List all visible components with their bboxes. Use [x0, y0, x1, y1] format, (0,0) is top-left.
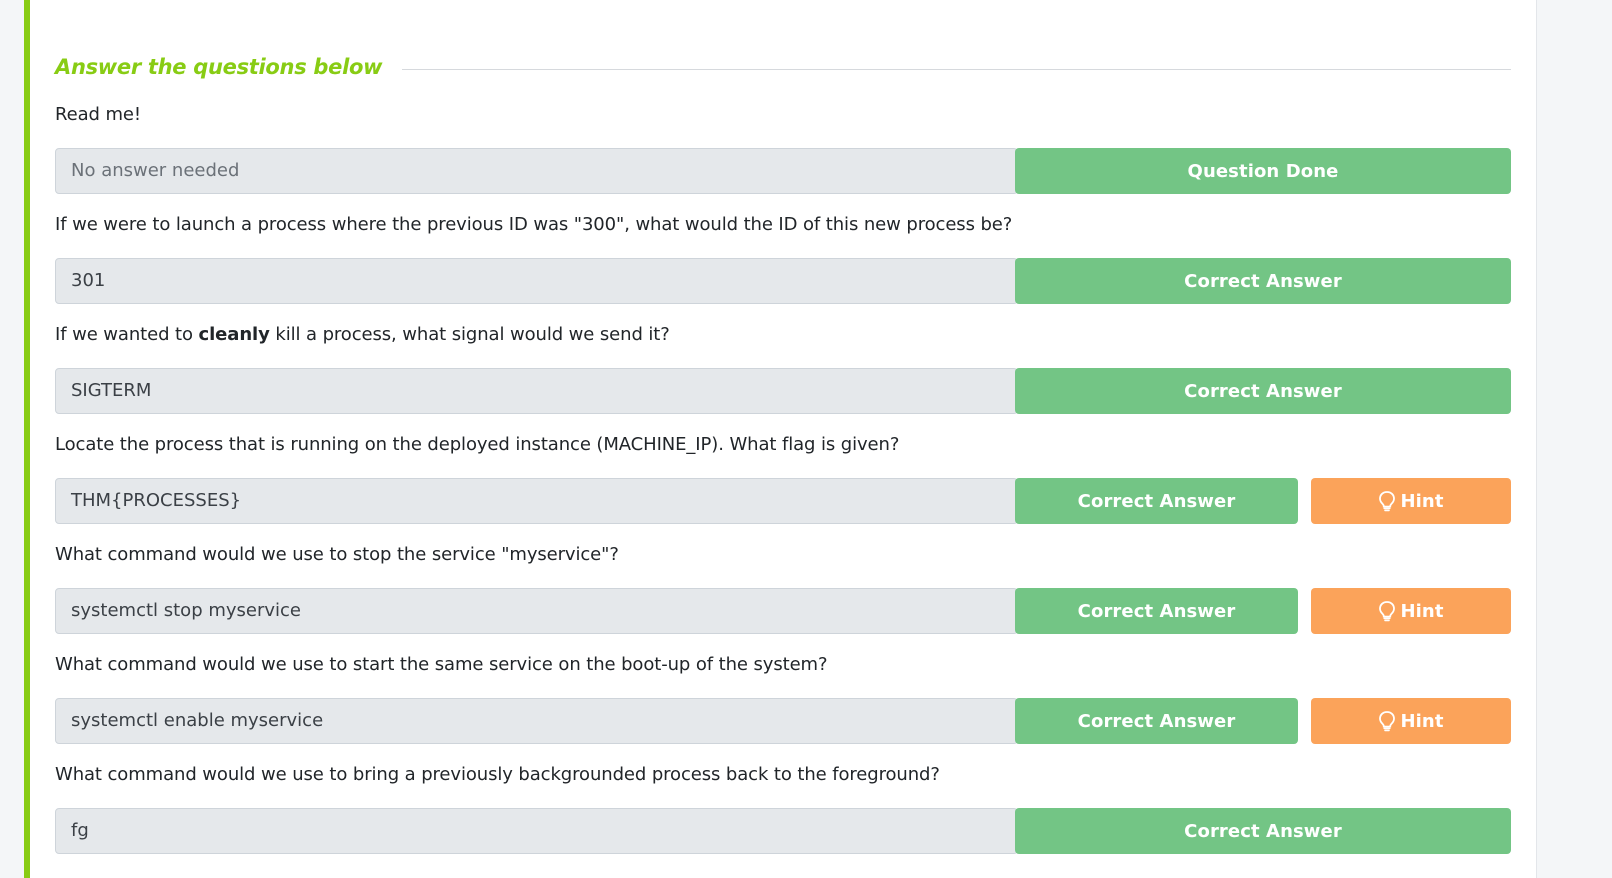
- answer-field[interactable]: systemctl stop myservice: [55, 588, 1018, 634]
- question-text-part: Read me!: [55, 104, 141, 125]
- question-text-part: kill a process, what signal would we sen…: [269, 324, 670, 345]
- lightbulb-icon: [1379, 601, 1396, 622]
- section-title: Answer the questions below: [55, 55, 383, 79]
- question-text: If we were to launch a process where the…: [55, 214, 1012, 235]
- question-text-part: What command would we use to start the s…: [55, 654, 828, 675]
- question-text: If we wanted to cleanly kill a process, …: [55, 324, 670, 345]
- correct-answer-button[interactable]: Correct Answer: [1015, 808, 1511, 854]
- question-text: What command would we use to stop the se…: [55, 544, 619, 565]
- question-list: Read me! No answer needed Question Done If …: [55, 100, 1511, 870]
- answer-field[interactable]: THM{PROCESSES}: [55, 478, 1018, 524]
- answer-row: systemctl stop myservice Correct Answer Hi…: [55, 588, 1511, 634]
- answer-field[interactable]: systemctl enable myservice: [55, 698, 1018, 744]
- correct-answer-button[interactable]: Correct Answer: [1015, 698, 1298, 744]
- question-item: What command would we use to stop the se…: [55, 540, 1511, 650]
- question-text: Read me!: [55, 104, 141, 125]
- lightbulb-icon: [1379, 711, 1396, 732]
- answer-field[interactable]: SIGTERM: [55, 368, 1018, 414]
- question-text: What command would we use to start the s…: [55, 654, 828, 675]
- page: Answer the questions below Read me! No an…: [0, 0, 1612, 878]
- task-accent-bar: [24, 0, 30, 878]
- question-text-part: If we wanted to: [55, 324, 199, 345]
- section-header: Answer the questions below: [55, 52, 1511, 82]
- question-item: If we were to launch a process where the…: [55, 210, 1511, 320]
- question-emphasis: cleanly: [198, 324, 270, 345]
- correct-answer-button[interactable]: Correct Answer: [1015, 478, 1298, 524]
- hint-button[interactable]: Hint: [1311, 698, 1511, 744]
- question-text-part: If we were to launch a process where the…: [55, 214, 1013, 235]
- question-item: Read me! No answer needed Question Done: [55, 100, 1511, 210]
- question-text-part: Locate the process that is running on th…: [55, 434, 900, 455]
- answer-row: 301 Correct Answer: [55, 258, 1511, 304]
- answer-row: fg Correct Answer: [55, 808, 1511, 854]
- question-text: What command would we use to bring a pre…: [55, 764, 940, 785]
- correct-answer-button[interactable]: Correct Answer: [1015, 588, 1298, 634]
- question-item: What command would we use to start the s…: [55, 650, 1511, 760]
- answer-field[interactable]: fg: [55, 808, 1018, 854]
- hint-label: Hint: [1400, 490, 1444, 512]
- answer-field[interactable]: 301: [55, 258, 1018, 304]
- lightbulb-icon: [1379, 491, 1396, 512]
- question-item: Locate the process that is running on th…: [55, 430, 1511, 540]
- hint-button[interactable]: Hint: [1311, 588, 1511, 634]
- question-item: What command would we use to bring a pre…: [55, 760, 1511, 870]
- hint-button[interactable]: Hint: [1311, 478, 1511, 524]
- answer-row: THM{PROCESSES} Correct Answer Hint: [55, 478, 1511, 524]
- correct-answer-button[interactable]: Correct Answer: [1015, 258, 1511, 304]
- question-item: If we wanted to cleanly kill a process, …: [55, 320, 1511, 430]
- question-text-part: What command would we use to bring a pre…: [55, 764, 940, 785]
- answer-row: SIGTERM Correct Answer: [55, 368, 1511, 414]
- answer-row: No answer needed Question Done: [55, 148, 1511, 194]
- question-done-button[interactable]: Question Done: [1015, 148, 1511, 194]
- correct-answer-button[interactable]: Correct Answer: [1015, 368, 1511, 414]
- hint-label: Hint: [1400, 600, 1444, 622]
- question-text-part: What command would we use to stop the se…: [55, 544, 619, 565]
- question-text: Locate the process that is running on th…: [55, 434, 899, 455]
- answer-row: systemctl enable myservice Correct Answer…: [55, 698, 1511, 744]
- section-divider: [402, 68, 1511, 70]
- answer-field[interactable]: No answer needed: [55, 148, 1018, 194]
- hint-label: Hint: [1400, 710, 1444, 732]
